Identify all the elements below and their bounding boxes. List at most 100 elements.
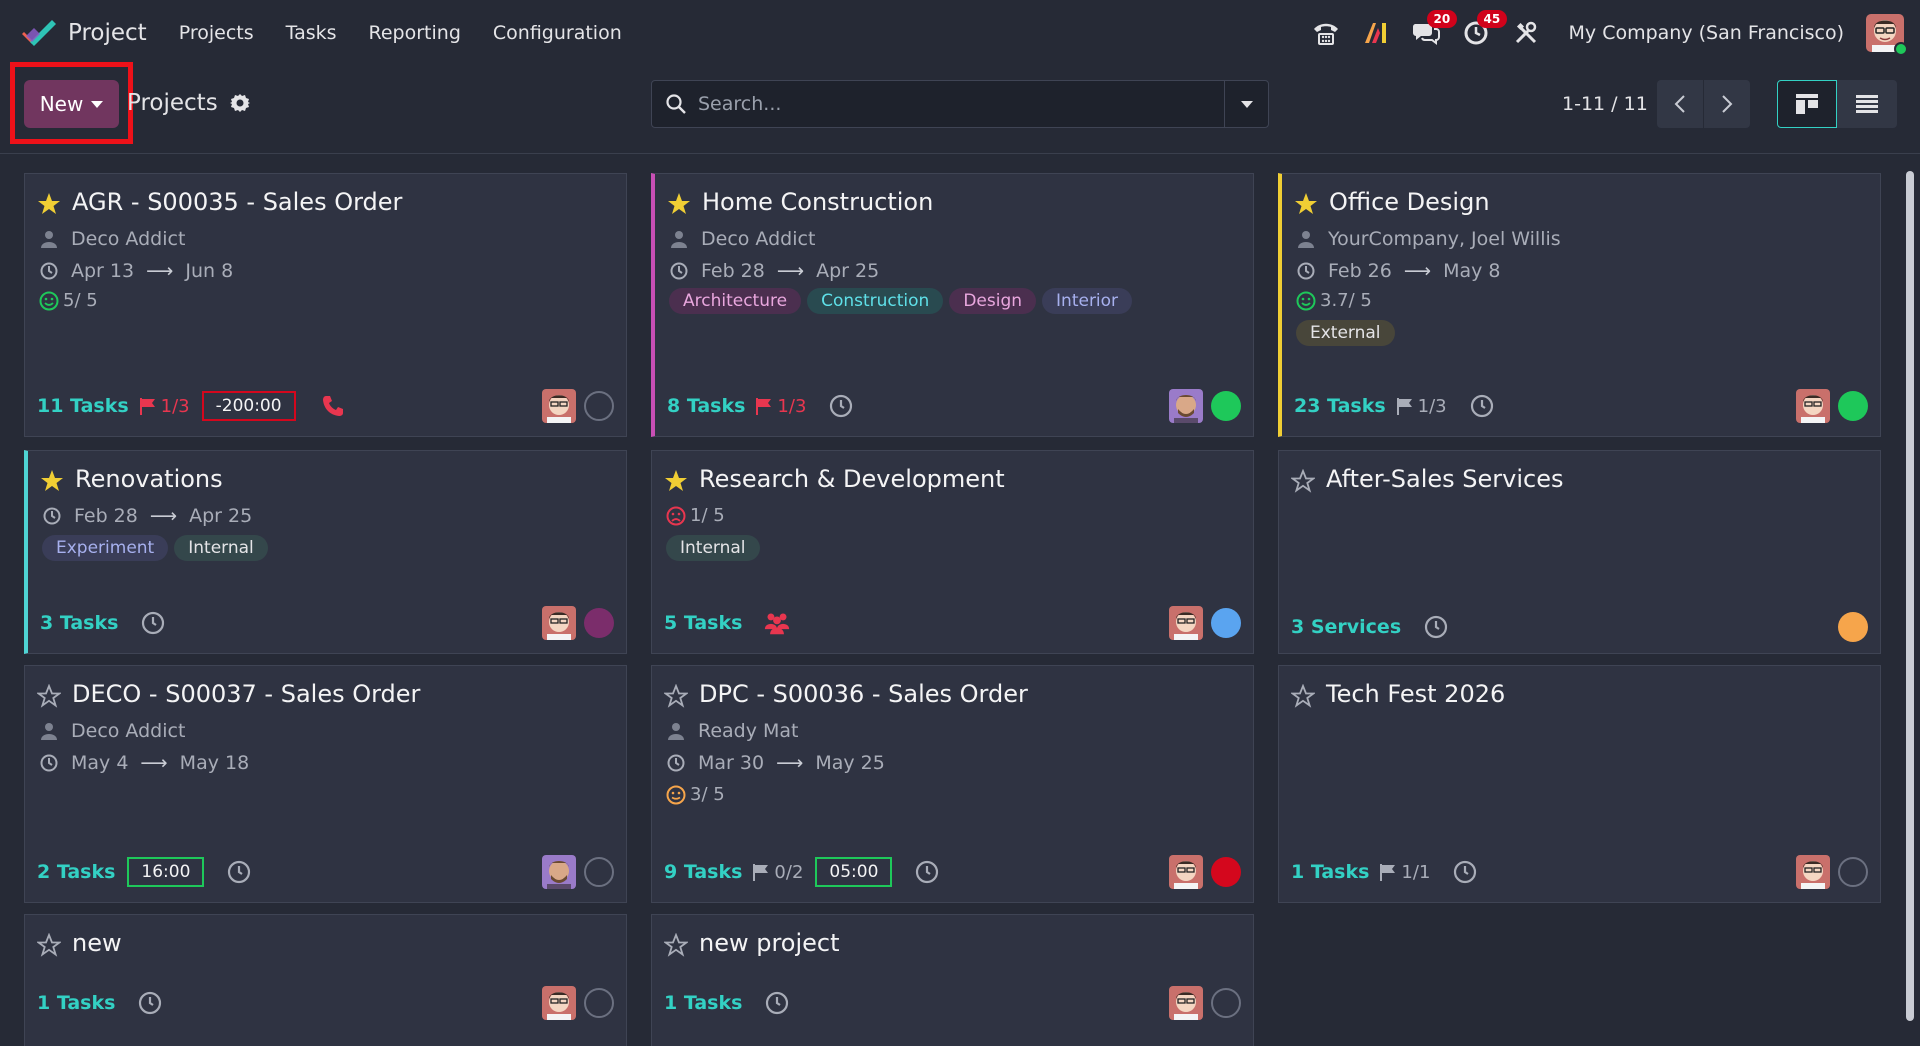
favorite-star-icon[interactable] — [1294, 192, 1318, 216]
user-avatar[interactable] — [1866, 14, 1908, 56]
project-card[interactable]: Tech Fest 2026 1 Tasks 1/1 — [1278, 665, 1881, 903]
card-title[interactable]: DECO - S00037 - Sales Order — [72, 680, 420, 708]
clock-activity-icon[interactable] — [140, 610, 166, 636]
clock-activity-icon[interactable] — [1469, 393, 1495, 419]
project-card[interactable]: AGR - S00035 - Sales Order Deco Addict A… — [24, 173, 627, 437]
project-card[interactable]: Renovations Feb 28 ⟶ Apr 25 Experiment I… — [24, 450, 627, 654]
manager-avatar[interactable] — [542, 389, 576, 423]
card-title[interactable]: Renovations — [75, 465, 223, 493]
favorite-star-outline-icon[interactable] — [37, 684, 61, 708]
milestone-counter[interactable]: 0/2 — [752, 862, 803, 883]
status-indicator[interactable] — [584, 988, 614, 1018]
clock-activity-icon[interactable] — [1452, 859, 1478, 885]
tasks-link[interactable]: 1 Tasks — [1291, 861, 1369, 883]
pager-value[interactable]: 1-11 / 11 — [1562, 93, 1648, 115]
milestone-counter[interactable]: 1/3 — [1396, 396, 1447, 417]
status-indicator[interactable] — [584, 608, 614, 638]
tasks-link[interactable]: 5 Tasks — [664, 612, 742, 634]
project-card[interactable]: Research & Development 1/ 5 Internal 5 T… — [651, 450, 1254, 654]
menu-reporting[interactable]: Reporting — [353, 22, 477, 44]
team-activity-icon[interactable] — [764, 610, 790, 636]
clock-activity-icon[interactable] — [764, 990, 790, 1016]
favorite-star-outline-icon[interactable] — [1291, 469, 1315, 493]
menu-configuration[interactable]: Configuration — [477, 22, 638, 44]
phone-icon[interactable] — [1309, 16, 1343, 50]
status-indicator[interactable] — [1838, 612, 1868, 642]
manager-avatar[interactable] — [1169, 389, 1203, 423]
manager-avatar[interactable] — [1169, 855, 1203, 889]
phone-activity-icon[interactable] — [320, 393, 346, 419]
manager-avatar[interactable] — [542, 855, 576, 889]
clock-activity-icon[interactable] — [828, 393, 854, 419]
card-title[interactable]: After-Sales Services — [1326, 465, 1563, 493]
search-options-toggle[interactable] — [1224, 81, 1268, 127]
menu-tasks[interactable]: Tasks — [270, 22, 353, 44]
tasks-link[interactable]: 9 Tasks — [664, 861, 742, 883]
tools-icon[interactable] — [1509, 16, 1543, 50]
favorite-star-outline-icon[interactable] — [1291, 684, 1315, 708]
milestone-counter[interactable]: 1/3 — [755, 396, 806, 417]
card-title[interactable]: new — [72, 929, 122, 957]
app-brand[interactable]: Project — [20, 18, 147, 48]
project-card[interactable]: new project 1 Tasks — [651, 914, 1254, 1046]
manager-avatar[interactable] — [1169, 606, 1203, 640]
pager-previous-button[interactable] — [1657, 80, 1703, 128]
tasks-link[interactable]: 11 Tasks — [37, 395, 129, 417]
project-card[interactable]: After-Sales Services 3 Services — [1278, 450, 1881, 654]
card-title[interactable]: new project — [699, 929, 840, 957]
card-title[interactable]: Office Design — [1329, 188, 1490, 216]
search-input[interactable] — [686, 93, 1224, 115]
manager-avatar[interactable] — [542, 986, 576, 1020]
project-card[interactable]: Office Design YourCompany, Joel Willis F… — [1278, 173, 1881, 437]
manager-avatar[interactable] — [1796, 389, 1830, 423]
status-indicator[interactable] — [1211, 988, 1241, 1018]
scrollbar-thumb[interactable] — [1906, 171, 1914, 1021]
ai-icon[interactable] — [1359, 16, 1393, 50]
status-indicator[interactable] — [1838, 857, 1868, 887]
card-title[interactable]: DPC - S00036 - Sales Order — [699, 680, 1028, 708]
tasks-link[interactable]: 8 Tasks — [667, 395, 745, 417]
card-title[interactable]: Home Construction — [702, 188, 933, 216]
tasks-link[interactable]: 1 Tasks — [37, 992, 115, 1014]
manager-avatar[interactable] — [542, 606, 576, 640]
favorite-star-icon[interactable] — [664, 469, 688, 493]
company-switcher[interactable]: My Company (San Francisco) — [1569, 22, 1844, 44]
tasks-link[interactable]: 3 Services — [1291, 616, 1401, 638]
status-indicator[interactable] — [1838, 391, 1868, 421]
favorite-star-outline-icon[interactable] — [664, 684, 688, 708]
gear-icon[interactable] — [229, 93, 250, 113]
list-view-button[interactable] — [1837, 80, 1897, 128]
clock-activity-icon[interactable] — [226, 859, 252, 885]
tasks-link[interactable]: 3 Tasks — [40, 612, 118, 634]
status-indicator[interactable] — [1211, 857, 1241, 887]
kanban-view-button[interactable] — [1777, 80, 1837, 128]
clock-activity-icon[interactable] — [137, 990, 163, 1016]
status-indicator[interactable] — [584, 857, 614, 887]
favorite-star-icon[interactable] — [37, 192, 61, 216]
card-title[interactable]: AGR - S00035 - Sales Order — [72, 188, 402, 216]
favorite-star-outline-icon[interactable] — [664, 933, 688, 957]
status-indicator[interactable] — [584, 391, 614, 421]
manager-avatar[interactable] — [1169, 986, 1203, 1020]
clock-activity-icon[interactable] — [914, 859, 940, 885]
favorite-star-outline-icon[interactable] — [37, 933, 61, 957]
card-title[interactable]: Research & Development — [699, 465, 1005, 493]
project-card[interactable]: DECO - S00037 - Sales Order Deco Addict … — [24, 665, 627, 903]
project-card[interactable]: Home Construction Deco Addict Feb 28 ⟶ A… — [651, 173, 1254, 437]
card-title[interactable]: Tech Fest 2026 — [1326, 680, 1505, 708]
milestone-counter[interactable]: 1/1 — [1379, 862, 1430, 883]
project-card[interactable]: DPC - S00036 - Sales Order Ready Mat Mar… — [651, 665, 1254, 903]
pager-next-button[interactable] — [1704, 80, 1750, 128]
clock-activity-icon[interactable] — [1423, 614, 1449, 640]
tasks-link[interactable]: 1 Tasks — [664, 992, 742, 1014]
activities-icon[interactable]: 45 — [1459, 10, 1508, 50]
tasks-link[interactable]: 23 Tasks — [1294, 395, 1386, 417]
milestone-counter[interactable]: 1/3 — [139, 396, 190, 417]
favorite-star-icon[interactable] — [667, 192, 691, 216]
project-card[interactable]: new 1 Tasks — [24, 914, 627, 1046]
vertical-scrollbar[interactable] — [1904, 155, 1916, 1046]
new-button[interactable]: New — [24, 80, 119, 128]
manager-avatar[interactable] — [1796, 855, 1830, 889]
messages-icon[interactable]: 20 — [1409, 10, 1458, 50]
status-indicator[interactable] — [1211, 391, 1241, 421]
